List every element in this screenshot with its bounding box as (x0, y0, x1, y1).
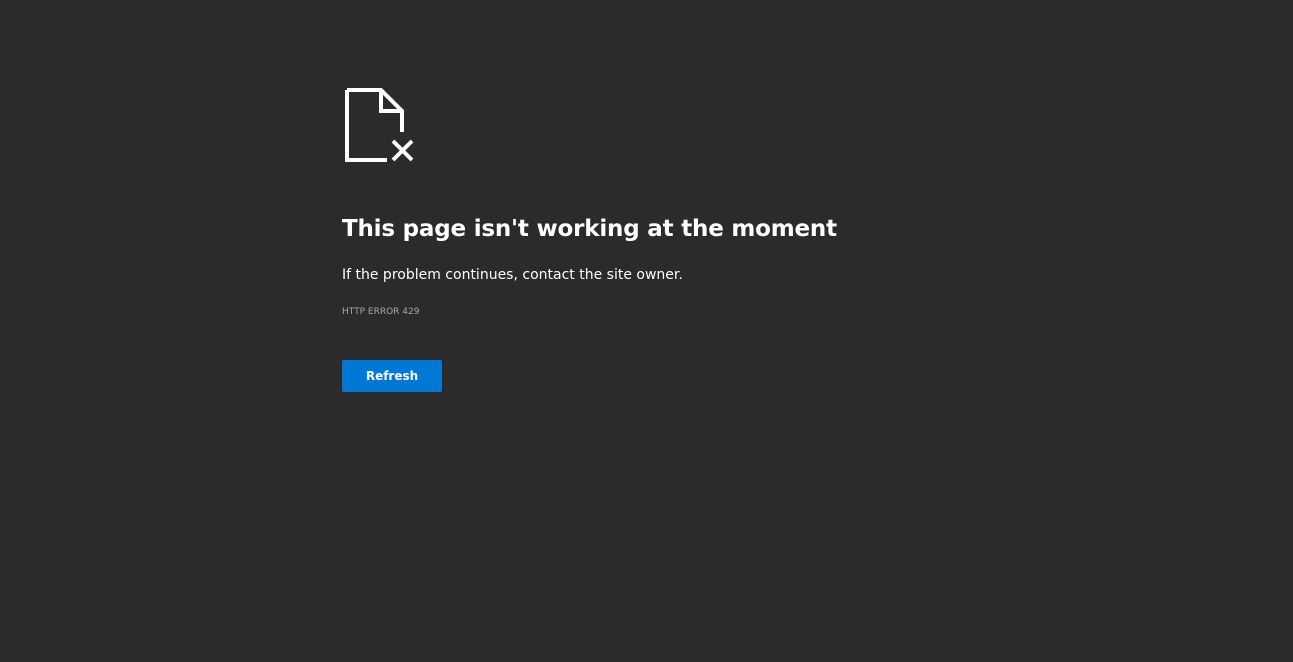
page-title: This page isn't working at the moment (342, 216, 837, 242)
error-code: HTTP ERROR 429 (342, 307, 420, 317)
error-page: This page isn't working at the moment If… (0, 0, 1293, 662)
document-error-icon (345, 88, 414, 162)
refresh-button[interactable]: Refresh (342, 360, 442, 392)
error-message: If the problem continues, contact the si… (342, 267, 683, 283)
error-content: This page isn't working at the moment If… (342, 88, 1102, 392)
